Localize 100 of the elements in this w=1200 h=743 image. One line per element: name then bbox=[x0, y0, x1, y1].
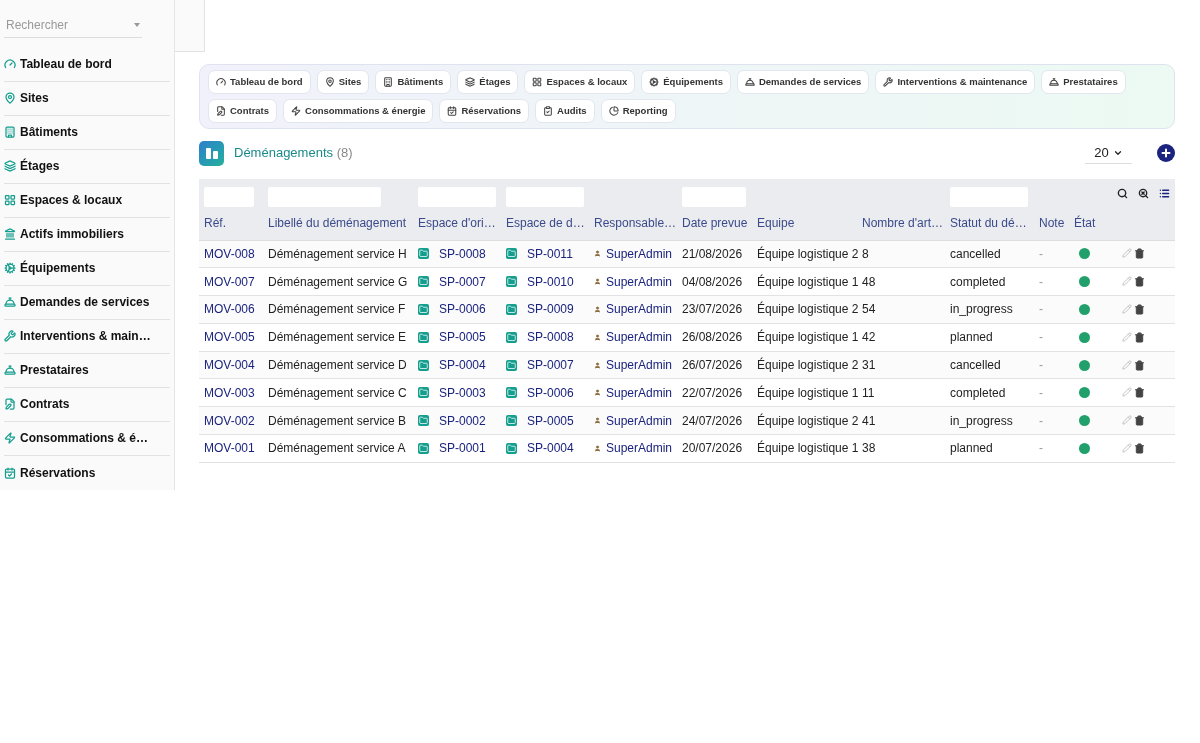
column-header[interactable]: Libellé du déménagement bbox=[263, 207, 413, 240]
user-link[interactable]: SuperAdmin bbox=[605, 411, 672, 430]
quick-link-chip[interactable]: Espaces & locaux bbox=[524, 70, 636, 94]
quick-link-chip[interactable]: Sites bbox=[316, 70, 370, 94]
space-link[interactable]: SP-0007 bbox=[439, 272, 486, 291]
space-link[interactable]: SP-0010 bbox=[527, 272, 574, 291]
column-header[interactable]: Espace de d… bbox=[501, 207, 589, 240]
column-header[interactable]: Espace d'ori… bbox=[413, 207, 501, 240]
space-link[interactable]: SP-0002 bbox=[439, 411, 486, 430]
sidebar-item[interactable]: Sites bbox=[4, 81, 170, 116]
sidebar-item[interactable]: Interventions & main… bbox=[4, 319, 170, 354]
table-cell: - bbox=[1034, 351, 1069, 379]
space-link[interactable]: SP-0003 bbox=[439, 383, 486, 402]
quick-link-chip[interactable]: Contrats bbox=[208, 99, 278, 123]
reference-link[interactable]: MOV-002 bbox=[204, 413, 255, 428]
table-cell: - bbox=[1034, 240, 1069, 268]
sidebar-item[interactable]: Tableau de bord bbox=[4, 47, 170, 82]
table-cell: Déménagement service A bbox=[263, 434, 413, 463]
user-link[interactable]: SuperAdmin bbox=[605, 439, 672, 458]
quick-link-chip[interactable]: Consommations & énergie bbox=[283, 99, 434, 123]
space-link[interactable]: SP-0006 bbox=[439, 300, 486, 319]
list-title: Déménagements (8) bbox=[234, 144, 353, 163]
bell-icon bbox=[744, 77, 755, 87]
column-header[interactable]: Equipe bbox=[752, 207, 857, 240]
user-link[interactable]: SuperAdmin bbox=[605, 383, 672, 402]
delete-icon[interactable] bbox=[1134, 359, 1145, 371]
quick-link-chip[interactable]: Réservations bbox=[439, 99, 530, 123]
reference-link[interactable]: MOV-004 bbox=[204, 358, 255, 373]
reference-link[interactable]: MOV-005 bbox=[204, 330, 255, 345]
folder-icon bbox=[506, 331, 517, 343]
space-link[interactable]: SP-0004 bbox=[527, 439, 574, 458]
add-button[interactable] bbox=[1157, 144, 1175, 162]
space-link[interactable]: SP-0005 bbox=[439, 328, 486, 347]
delete-icon[interactable] bbox=[1134, 331, 1145, 343]
delete-icon[interactable] bbox=[1134, 442, 1145, 454]
delete-icon[interactable] bbox=[1134, 248, 1145, 260]
search-icon[interactable] bbox=[1117, 187, 1128, 199]
column-header[interactable]: État bbox=[1069, 207, 1109, 240]
sidebar-item[interactable]: Prestataires bbox=[4, 353, 170, 388]
sidebar-item[interactable]: Contrats bbox=[4, 387, 170, 422]
table-cell: 22/07/2026 bbox=[677, 379, 752, 407]
reference-link[interactable]: MOV-008 bbox=[204, 246, 255, 261]
space-link[interactable]: SP-0001 bbox=[439, 439, 486, 458]
delete-icon[interactable] bbox=[1134, 415, 1145, 427]
space-link[interactable]: SP-0008 bbox=[439, 244, 486, 263]
folder-icon bbox=[418, 331, 429, 343]
column-header[interactable]: Nombre d'art… bbox=[857, 207, 945, 240]
sidebar-item[interactable]: Actifs immobiliers bbox=[4, 217, 170, 252]
user-link[interactable]: SuperAdmin bbox=[605, 300, 672, 319]
space-link[interactable]: SP-0004 bbox=[439, 356, 486, 375]
column-header[interactable]: Note bbox=[1034, 207, 1069, 240]
quick-link-chip[interactable]: Prestataires bbox=[1041, 70, 1126, 94]
sidebar-item[interactable]: Bâtiments bbox=[4, 115, 170, 150]
sidebar-item[interactable]: Consommations & é… bbox=[4, 422, 170, 456]
gauge-icon bbox=[4, 58, 16, 71]
sidebar-item[interactable]: Équipements bbox=[4, 251, 170, 286]
table-cell: Équipe logistique 2 bbox=[752, 351, 857, 379]
user-link[interactable]: SuperAdmin bbox=[605, 244, 672, 263]
quick-link-chip[interactable]: Étages bbox=[457, 70, 519, 94]
space-link[interactable]: SP-0008 bbox=[527, 328, 574, 347]
reference-link[interactable]: MOV-007 bbox=[204, 274, 255, 289]
folder-icon bbox=[418, 248, 429, 260]
folder-icon bbox=[418, 415, 429, 427]
delete-icon[interactable] bbox=[1134, 276, 1145, 288]
sidebar-item[interactable]: Demandes de services bbox=[4, 285, 170, 320]
contract-icon bbox=[4, 398, 16, 411]
page-size-select[interactable]: 20 bbox=[1085, 142, 1132, 164]
quick-link-chip[interactable]: Demandes de services bbox=[736, 70, 870, 94]
user-link[interactable]: SuperAdmin bbox=[605, 328, 672, 347]
quick-link-chip[interactable]: Reporting bbox=[600, 99, 676, 123]
space-link[interactable]: SP-0005 bbox=[527, 411, 574, 430]
reference-link[interactable]: MOV-003 bbox=[204, 385, 255, 400]
column-header[interactable]: Responsable… bbox=[589, 207, 677, 240]
table-cell: 04/08/2026 bbox=[677, 267, 752, 296]
user-link[interactable]: SuperAdmin bbox=[605, 356, 672, 375]
space-link[interactable]: SP-0009 bbox=[527, 300, 574, 319]
user-link[interactable]: SuperAdmin bbox=[605, 272, 672, 291]
quick-link-chip[interactable]: Équipements bbox=[641, 70, 731, 94]
sidebar-item[interactable]: Réservations bbox=[4, 456, 170, 490]
column-header[interactable]: Statut du dé… bbox=[945, 207, 1034, 240]
sidebar-item[interactable]: Étages bbox=[4, 149, 170, 184]
clipboard-icon bbox=[543, 106, 554, 116]
clear-filter-icon[interactable] bbox=[1138, 187, 1149, 199]
quick-link-chip[interactable]: Tableau de bord bbox=[208, 70, 311, 94]
column-header[interactable]: Réf. bbox=[199, 207, 263, 240]
table-cell: Déménagement service C bbox=[263, 379, 413, 407]
space-link[interactable]: SP-0011 bbox=[527, 244, 573, 263]
quick-link-chip[interactable]: Audits bbox=[535, 99, 595, 123]
delete-icon[interactable] bbox=[1134, 304, 1145, 315]
sidebar-item[interactable]: Espaces & locaux bbox=[4, 183, 170, 218]
quick-link-chip[interactable]: Interventions & maintenance bbox=[875, 70, 1036, 94]
delete-icon[interactable] bbox=[1134, 387, 1145, 399]
space-link[interactable]: SP-0006 bbox=[527, 383, 574, 402]
reference-link[interactable]: MOV-006 bbox=[204, 302, 255, 317]
column-header[interactable]: Date prevue bbox=[677, 207, 752, 240]
quick-link-chip[interactable]: Bâtiments bbox=[375, 70, 452, 94]
space-link[interactable]: SP-0007 bbox=[527, 356, 574, 375]
search-field[interactable]: Rechercher bbox=[6, 16, 116, 35]
reference-link[interactable]: MOV-001 bbox=[204, 441, 255, 456]
columns-menu-icon[interactable] bbox=[1159, 187, 1170, 199]
